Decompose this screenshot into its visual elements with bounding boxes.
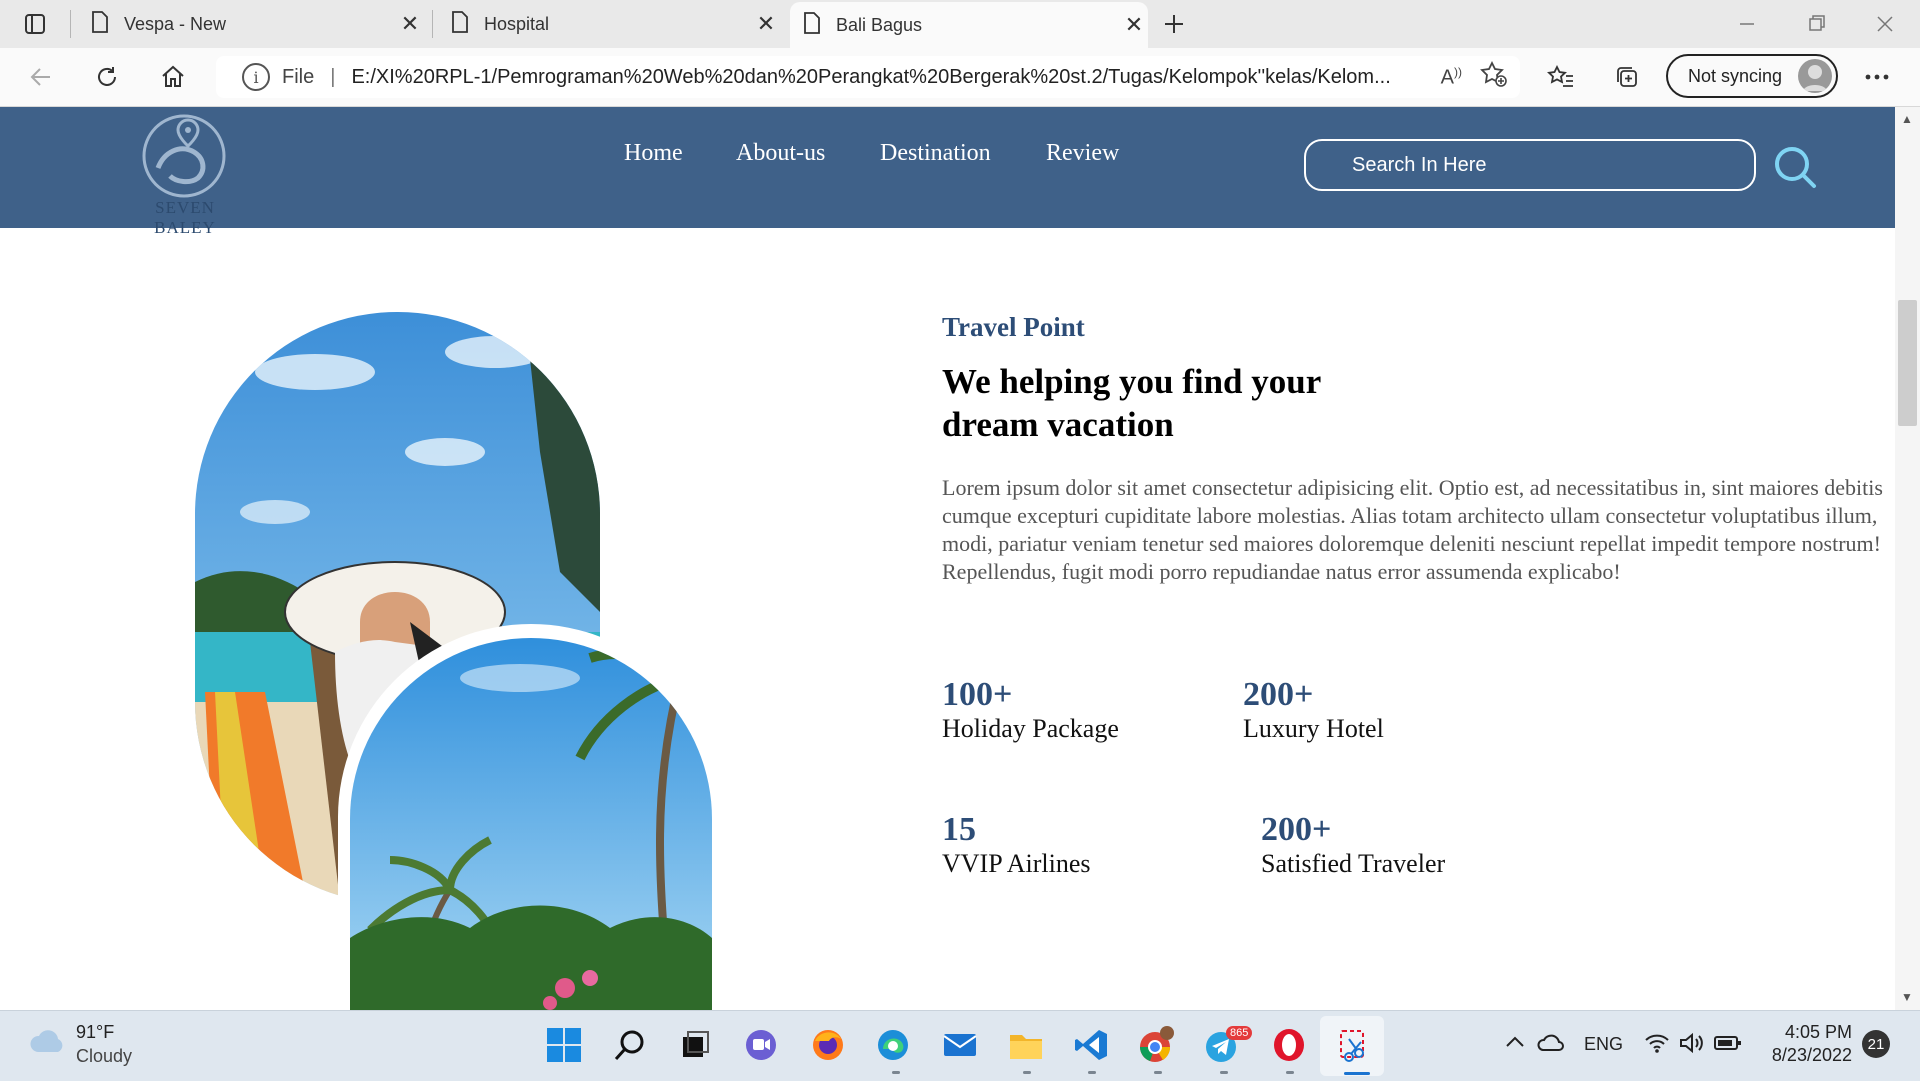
- url-text[interactable]: E:/XI%20RPL-1/Pemrograman%20Web%20dan%20…: [351, 66, 1420, 89]
- address-divider: |: [330, 65, 336, 88]
- avatar: [1798, 59, 1832, 93]
- firefox-icon[interactable]: [805, 1022, 851, 1068]
- clock-time[interactable]: 4:05 PM: [1752, 1022, 1852, 1043]
- chevron-up-icon[interactable]: [1504, 1034, 1526, 1055]
- mail-icon[interactable]: [937, 1022, 983, 1068]
- refresh-icon[interactable]: [84, 48, 130, 106]
- volume-icon[interactable]: [1678, 1032, 1704, 1059]
- stat-label: VVIP Airlines: [942, 849, 1091, 878]
- stat-label: Holiday Package: [942, 714, 1119, 743]
- weather-temp[interactable]: 91°F: [76, 1022, 114, 1043]
- scroll-down-icon[interactable]: ▼: [1901, 990, 1913, 1004]
- teams-chat-icon[interactable]: [738, 1022, 784, 1068]
- cloud-weather-icon[interactable]: [28, 1026, 68, 1061]
- stat-satisfied-traveler: 200+ Satisfied Traveler: [1261, 811, 1445, 879]
- home-icon[interactable]: [150, 48, 196, 106]
- chrome-icon[interactable]: [1134, 1022, 1180, 1068]
- close-window-icon[interactable]: [1862, 0, 1908, 48]
- clock-date[interactable]: 8/23/2022: [1752, 1045, 1852, 1066]
- close-tab-icon[interactable]: ✕: [396, 11, 424, 37]
- palm-tree-photo: [350, 638, 712, 1010]
- search-taskbar-icon[interactable]: [607, 1022, 653, 1068]
- telegram-badge: 865: [1226, 1026, 1253, 1040]
- back-icon[interactable]: [18, 48, 64, 106]
- site-logo[interactable]: SEVEN BALEY: [124, 110, 244, 237]
- stat-value: 200+: [1243, 676, 1314, 713]
- page-scrollbar[interactable]: [1895, 107, 1920, 1010]
- stat-value: 100+: [942, 676, 1013, 713]
- running-indicator: [1286, 1071, 1294, 1074]
- tab-vespa[interactable]: Vespa - New ✕: [86, 0, 424, 48]
- stat-value: 15: [942, 811, 976, 848]
- stat-value: 200+: [1261, 811, 1332, 848]
- close-tab-icon[interactable]: ✕: [1120, 12, 1148, 38]
- page-icon: [450, 10, 470, 39]
- running-indicator: [892, 1071, 900, 1074]
- notification-count-badge[interactable]: 21: [1862, 1030, 1890, 1058]
- nav-about-us[interactable]: About-us: [736, 140, 825, 167]
- nav-home[interactable]: Home: [624, 140, 683, 167]
- running-indicator: [1023, 1071, 1031, 1074]
- tab-bali-bagus[interactable]: Bali Bagus ✕: [790, 2, 1148, 48]
- info-icon[interactable]: i: [242, 63, 270, 91]
- scroll-up-icon[interactable]: ▲: [1901, 112, 1913, 126]
- section-eyebrow: Travel Point: [942, 312, 1085, 342]
- stat-vvip-airlines: 15 VVIP Airlines: [942, 811, 1091, 879]
- windows-start-icon[interactable]: [541, 1022, 587, 1068]
- add-favorite-icon[interactable]: [1480, 60, 1508, 94]
- search-input[interactable]: [1304, 139, 1756, 191]
- scrollbar-thumb[interactable]: [1898, 300, 1917, 426]
- section-headline: We helping you find your dream vacation: [942, 360, 1462, 446]
- minimize-icon[interactable]: [1724, 0, 1770, 48]
- more-menu-icon[interactable]: [1854, 48, 1900, 106]
- restore-icon[interactable]: [1794, 0, 1840, 48]
- tab-label: Hospital: [484, 13, 550, 34]
- page-icon: [90, 10, 110, 39]
- stat-holiday-package: 100+ Holiday Package: [942, 676, 1119, 744]
- language-indicator[interactable]: ENG: [1584, 1034, 1623, 1055]
- page-icon: [802, 11, 822, 40]
- favorites-icon[interactable]: [1538, 48, 1584, 106]
- vscode-icon[interactable]: [1068, 1022, 1114, 1068]
- headline-line: We helping you find your: [942, 362, 1322, 401]
- edge-icon[interactable]: [870, 1022, 916, 1068]
- tab-label: Vespa - New: [124, 13, 227, 34]
- logo-text: SEVEN BALEY: [154, 198, 216, 237]
- section-paragraph: Lorem ipsum dolor sit amet consectetur a…: [942, 475, 1883, 584]
- collections-icon[interactable]: [1604, 48, 1650, 106]
- tab-hospital[interactable]: Hospital ✕: [446, 0, 780, 48]
- onedrive-icon[interactable]: [1536, 1032, 1566, 1057]
- close-tab-icon[interactable]: ✕: [752, 11, 780, 37]
- running-indicator: [1088, 1071, 1096, 1074]
- wifi-icon[interactable]: [1644, 1032, 1670, 1059]
- running-indicator: [1220, 1071, 1228, 1074]
- weather-condition[interactable]: Cloudy: [76, 1046, 132, 1067]
- battery-icon[interactable]: [1714, 1034, 1742, 1057]
- stat-label: Satisfied Traveler: [1261, 849, 1446, 878]
- protocol-label: File: [282, 65, 315, 88]
- tab-separator: [70, 10, 71, 38]
- tab-separator: [432, 10, 433, 38]
- nav-destination[interactable]: Destination: [880, 140, 991, 167]
- sync-status-label: Not syncing: [1688, 65, 1783, 86]
- tab-actions-icon[interactable]: [12, 0, 58, 48]
- snipping-tool-icon[interactable]: [1330, 1022, 1376, 1068]
- task-view-icon[interactable]: [672, 1022, 718, 1068]
- search-icon[interactable]: [1772, 144, 1818, 190]
- nav-review[interactable]: Review: [1046, 140, 1119, 167]
- stat-label: Luxury Hotel: [1243, 714, 1384, 743]
- headline-line: dream vacation: [942, 405, 1174, 444]
- running-indicator: [1154, 1071, 1162, 1074]
- file-explorer-icon[interactable]: [1003, 1022, 1049, 1068]
- address-bar[interactable]: i File | E:/XI%20RPL-1/Pemrograman%20Web…: [216, 56, 1520, 98]
- profile-sync-button[interactable]: Not syncing: [1666, 54, 1838, 98]
- new-tab-icon[interactable]: [1151, 0, 1197, 48]
- active-app-indicator: [1344, 1072, 1370, 1075]
- opera-icon[interactable]: [1266, 1022, 1312, 1068]
- read-aloud-icon[interactable]: A)): [1441, 65, 1462, 90]
- tab-label: Bali Bagus: [836, 14, 923, 35]
- stat-luxury-hotel: 200+ Luxury Hotel: [1243, 676, 1384, 744]
